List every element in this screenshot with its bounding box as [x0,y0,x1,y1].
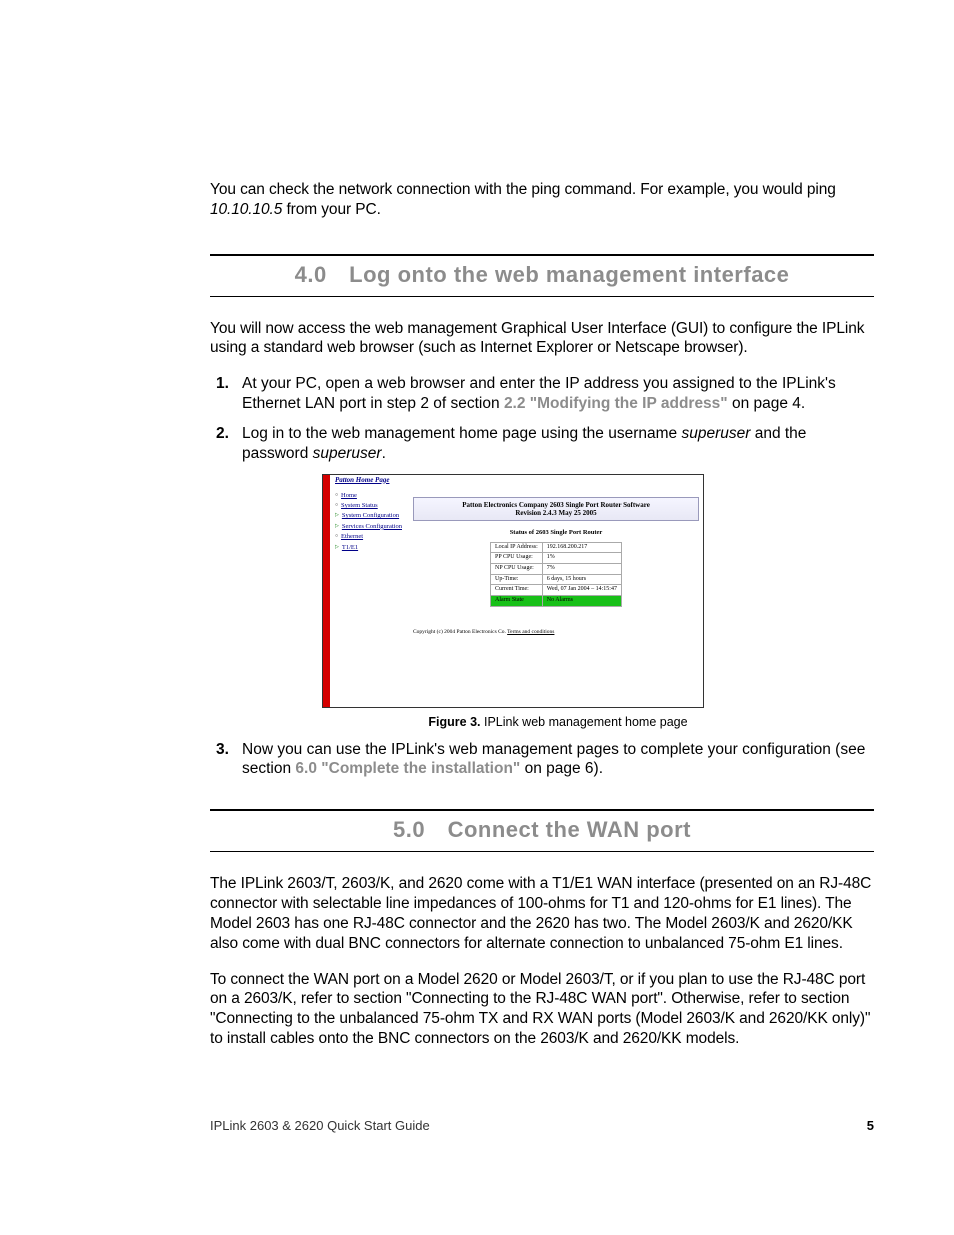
menu-item: System Configuration [335,511,405,521]
sidebar-label: 2603 CONFIGURATION MENU [314,512,322,609]
table-row: Current Time:Wed, 07 Jan 2004 – 14:15:47 [491,585,622,596]
config-menu: Home System Status System Configuration Ser… [335,491,405,553]
cell-key: Current Time: [491,585,543,596]
copyright-text: Copyright (c) 2004 Patton Electronics Co… [413,629,507,635]
menu-link: Home [341,492,357,499]
cell-value: 1% [542,553,621,564]
menu-item: Home [335,491,405,501]
cell-value: 7% [542,564,621,575]
footer-title: IPLink 2603 & 2620 Quick Start Guide [210,1118,430,1133]
section-5-title: 5.0 Connect the WAN port [210,817,874,843]
banner-line2: Revision 2.4.3 May 25 2005 [515,509,596,517]
patton-home-link: Patton Home Page [335,476,389,485]
text: from your PC. [282,201,381,218]
menu-link: Services Configuration [342,523,402,530]
step-1: At your PC, open a web browser and enter… [210,374,874,414]
menu-link: System Status [341,502,378,509]
text: on page 4. [728,395,806,412]
text: . [382,445,386,462]
step-2: Log in to the web management home page u… [210,424,874,730]
terms-link: Terms and conditions [507,629,554,635]
section-4-steps: At your PC, open a web browser and enter… [210,374,874,779]
section-5-p1: The IPLink 2603/T, 2603/K, and 2620 come… [210,874,874,953]
step-3: Now you can use the IPLink's web managem… [210,740,874,780]
cell-key: Local IP Address: [491,542,543,553]
document-page: You can check the network connection wit… [0,0,954,1235]
figure-3-caption: Figure 3. IPLink web management home pag… [242,714,874,730]
menu-item: Ethernet [335,532,405,542]
table-row: PP CPU Usage:1% [491,553,622,564]
figure-subtitle: Status of 2603 Single Port Router [413,529,699,537]
figure-copyright: Copyright (c) 2004 Patton Electronics Co… [413,629,699,636]
cell-value: No Alarms [542,596,621,607]
figure-caption-text: IPLink web management home page [481,715,688,729]
table-row: NP CPU Usage:7% [491,564,622,575]
figure-banner: Patton Electronics Company 2603 Single P… [413,497,699,522]
menu-item: System Status [335,501,405,511]
page-number: 5 [867,1118,874,1133]
cell-key: NP CPU Usage: [491,564,543,575]
text: Log in to the web management home page u… [242,425,681,442]
cell-value: Wed, 07 Jan 2004 – 14:15:47 [542,585,621,596]
page-footer: IPLink 2603 & 2620 Quick Start Guide 5 [210,1118,874,1133]
status-table: Local IP Address:192.168.200.217PP CPU U… [490,542,622,607]
xref-6-0: 6.0 "Complete the installation" [295,760,520,777]
username: superuser [681,425,750,442]
section-header-5: 5.0 Connect the WAN port [210,809,874,852]
cell-value: 192.168.200.217 [542,542,621,553]
section-4-title: 4.0 Log onto the web management interfac… [210,262,874,288]
menu-item: Services Configuration [335,522,405,532]
table-row: Local IP Address:192.168.200.217 [491,542,622,553]
table-row: Up-Time:6 days, 15 hours [491,574,622,585]
section-header-4: 4.0 Log onto the web management interfac… [210,254,874,297]
text: on page 6). [520,760,603,777]
figure-main: Patton Electronics Company 2603 Single P… [413,497,699,636]
cell-key: Alarm State [491,596,543,607]
intro-ping-paragraph: You can check the network connection wit… [210,180,874,220]
menu-item: T1/E1 [335,543,405,553]
menu-link: Ethernet [341,533,363,540]
password: superuser [313,445,382,462]
menu-link: System Configuration [342,512,399,519]
figure-sidebar: 2603 CONFIGURATION MENU [323,475,330,707]
figure-3-screenshot: 2603 CONFIGURATION MENU Patton Home Page… [322,474,704,708]
figure-number: Figure 3. [428,715,480,729]
ping-ip: 10.10.10.5 [210,201,282,218]
section-5-p2: To connect the WAN port on a Model 2620 … [210,970,874,1049]
cell-value: 6 days, 15 hours [542,574,621,585]
cell-key: Up-Time: [491,574,543,585]
banner-line1: Patton Electronics Company 2603 Single P… [462,501,650,509]
section-4-lede: You will now access the web management G… [210,319,874,359]
xref-2-2: 2.2 "Modifying the IP address" [504,395,728,412]
menu-link: T1/E1 [342,544,358,551]
cell-key: PP CPU Usage: [491,553,543,564]
alarm-row: Alarm StateNo Alarms [491,596,622,607]
text: You can check the network connection wit… [210,181,836,198]
